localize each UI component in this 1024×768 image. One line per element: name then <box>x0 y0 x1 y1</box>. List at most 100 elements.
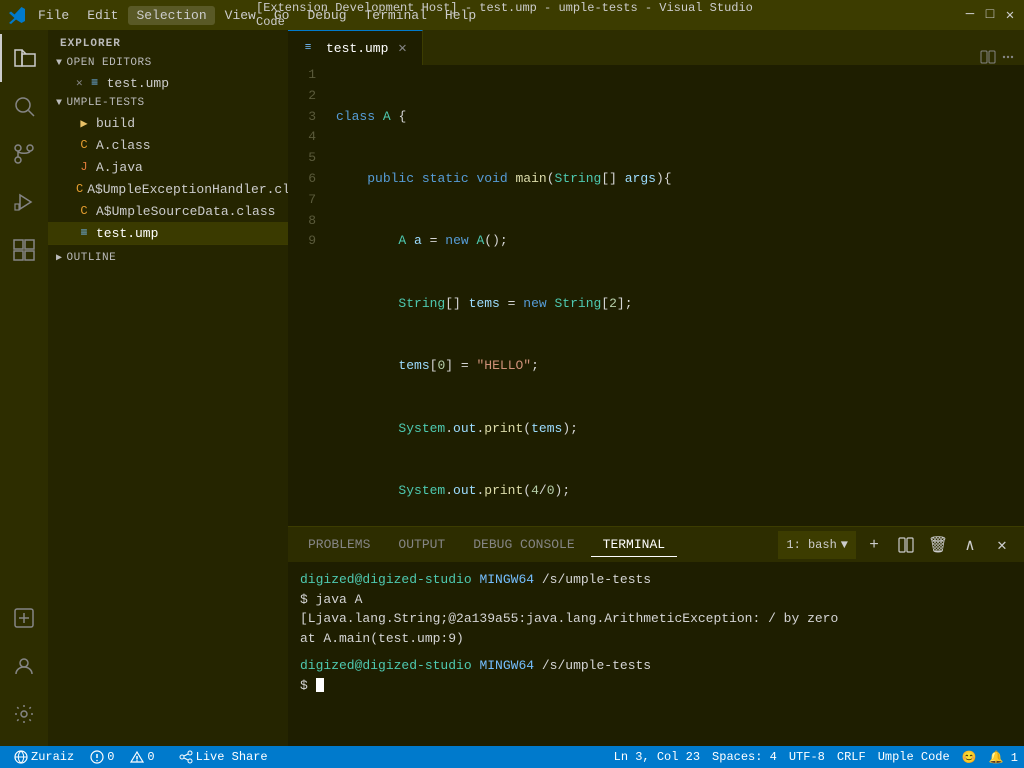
status-notifications[interactable]: 🔔 1 <box>983 746 1024 768</box>
java-icon: J <box>76 160 92 174</box>
status-errors[interactable]: 0 <box>84 746 120 768</box>
terminal-selector[interactable]: 1: bash ▼ <box>778 531 856 559</box>
panel-tab-problems[interactable]: PROBLEMS <box>296 533 382 557</box>
status-left: Zuraiz 0 0 <box>0 746 169 768</box>
sidebar: Explorer ▼ Open Editors ✕ ≡ test.ump ▼ U… <box>48 30 288 746</box>
code-line-1: class A { <box>336 107 1016 128</box>
vscode-logo <box>8 6 26 24</box>
sidebar-item-build[interactable]: ▶ build <box>48 112 288 134</box>
editor-actions <box>972 49 1024 65</box>
terminal-content[interactable]: digized@digized-studio MINGW64 /s/umple-… <box>288 562 1024 746</box>
code-line-5: tems[0] = "HELLO"; <box>336 356 1016 377</box>
terminal-blank <box>300 648 1012 656</box>
activity-source-control[interactable] <box>0 130 48 178</box>
maximize-button[interactable]: □ <box>984 9 996 21</box>
menu-selection[interactable]: Selection <box>128 6 214 25</box>
kill-terminal-button[interactable]: 🗑 <box>924 531 952 559</box>
status-right: Ln 3, Col 23 Spaces: 4 UTF-8 CRLF Umple … <box>608 746 1024 768</box>
split-terminal-button[interactable] <box>892 531 920 559</box>
titlebar: File Edit Selection View Go Debug Termin… <box>0 0 1024 30</box>
status-live-share[interactable]: Live Share <box>173 746 274 768</box>
class-icon: C <box>76 138 92 152</box>
open-editors-header[interactable]: ▼ Open Editors <box>48 54 288 72</box>
minimize-button[interactable]: ─ <box>964 9 976 21</box>
remote-icon <box>14 750 28 764</box>
live-share-icon <box>179 750 193 764</box>
close-button[interactable]: ✕ <box>1004 9 1016 21</box>
close-icon[interactable]: ✕ <box>76 76 83 90</box>
outline-header[interactable]: ▶ Outline <box>48 249 288 267</box>
sidebar-item-asource[interactable]: C A$UmpleSourceData.class <box>48 200 288 222</box>
tab-testump[interactable]: ≡ test.ump ✕ <box>288 30 423 65</box>
status-eol[interactable]: CRLF <box>831 746 872 768</box>
status-language[interactable]: Umple Code <box>872 746 956 768</box>
window-controls: ─ □ ✕ <box>964 9 1016 21</box>
spaces-label: Spaces: 4 <box>712 750 777 764</box>
sidebar-item-aclass[interactable]: C A.class <box>48 134 288 156</box>
panel-tabs: PROBLEMS OUTPUT DEBUG CONSOLE TERMINAL 1… <box>288 527 1024 562</box>
maximize-panel-button[interactable]: ∧ <box>956 531 984 559</box>
panel-tab-terminal[interactable]: TERMINAL <box>591 533 677 557</box>
status-warnings[interactable]: 0 <box>124 746 160 768</box>
notification-label: 🔔 1 <box>989 750 1018 765</box>
ump-icon: ≡ <box>76 226 92 240</box>
sidebar-item-ajava[interactable]: J A.java <box>48 156 288 178</box>
warning-count: 0 <box>147 750 154 764</box>
ump-file-icon: ≡ <box>87 76 103 90</box>
file-name: A.java <box>96 160 143 175</box>
panel-tab-output[interactable]: OUTPUT <box>386 533 457 557</box>
panel-tab-debug[interactable]: DEBUG CONSOLE <box>461 533 586 557</box>
sidebar-item-testump[interactable]: ≡ test.ump <box>48 222 288 244</box>
code-line-2: public static void main(String[] args){ <box>336 169 1016 190</box>
code-line-6: System.out.print(tems); <box>336 419 1016 440</box>
tab-file-icon: ≡ <box>300 42 316 54</box>
activity-accounts[interactable] <box>0 642 48 690</box>
tab-bar: ≡ test.ump ✕ <box>288 30 1024 65</box>
panel: PROBLEMS OUTPUT DEBUG CONSOLE TERMINAL 1… <box>288 526 1024 746</box>
activity-run-debug[interactable] <box>0 178 48 226</box>
split-editor-icon[interactable] <box>980 49 996 65</box>
chevron-down-terminal-icon: ▼ <box>841 538 848 552</box>
status-remote-label: Zuraiz <box>31 750 74 764</box>
project-header[interactable]: ▼ Umple-Tests <box>48 94 288 112</box>
status-cursor-pos[interactable]: Ln 3, Col 23 <box>608 746 706 768</box>
code-line-4: String[] tems = new String[2]; <box>336 294 1016 315</box>
smiley-icon: 😊 <box>962 750 977 765</box>
live-share-label: Live Share <box>196 750 268 764</box>
more-actions-icon[interactable] <box>1000 49 1016 65</box>
new-terminal-button[interactable]: + <box>860 531 888 559</box>
menu-edit[interactable]: Edit <box>79 6 126 25</box>
file-name: A$UmpleSourceData.class <box>96 204 275 219</box>
activity-remote[interactable] <box>0 594 48 642</box>
activity-bar <box>0 30 48 746</box>
tab-close-button[interactable]: ✕ <box>394 40 410 57</box>
code-editor[interactable]: 1 2 3 4 5 6 7 8 9 class A { public stati… <box>288 65 1024 526</box>
warning-icon <box>130 750 144 764</box>
panel-controls: 1: bash ▼ + 🗑 ∧ ✕ <box>778 531 1016 559</box>
sidebar-header: Explorer <box>48 30 288 54</box>
activity-explorer[interactable] <box>0 34 48 82</box>
window-title: [Extension Development Host] - test.ump … <box>256 1 768 29</box>
status-remote[interactable]: Zuraiz <box>8 746 80 768</box>
activity-extensions[interactable] <box>0 226 48 274</box>
open-editors-label: Open Editors <box>67 57 152 69</box>
line-numbers: 1 2 3 4 5 6 7 8 9 <box>288 65 328 526</box>
activity-settings[interactable] <box>0 690 48 738</box>
file-name: A.class <box>96 138 151 153</box>
menu-file[interactable]: File <box>30 6 77 25</box>
sidebar-item-aexception[interactable]: C A$UmpleExceptionHandler.class <box>48 178 288 200</box>
status-smiley[interactable]: 😊 <box>956 746 983 768</box>
status-encoding[interactable]: UTF-8 <box>783 746 831 768</box>
chevron-down-icon: ▼ <box>56 58 63 69</box>
activity-search[interactable] <box>0 82 48 130</box>
file-name: test.ump <box>96 226 158 241</box>
code-content[interactable]: class A { public static void main(String… <box>328 65 1024 526</box>
status-spaces[interactable]: Spaces: 4 <box>706 746 783 768</box>
close-panel-button[interactable]: ✕ <box>988 531 1016 559</box>
terminal-line-2: $ java A <box>300 590 1012 610</box>
file-name: A$UmpleExceptionHandler.class <box>87 182 288 197</box>
open-editor-test-ump[interactable]: ✕ ≡ test.ump <box>48 72 288 94</box>
eol-label: CRLF <box>837 750 866 764</box>
open-file-name: test.ump <box>107 76 169 91</box>
status-bar: Zuraiz 0 0 Live Share <box>0 746 1024 768</box>
